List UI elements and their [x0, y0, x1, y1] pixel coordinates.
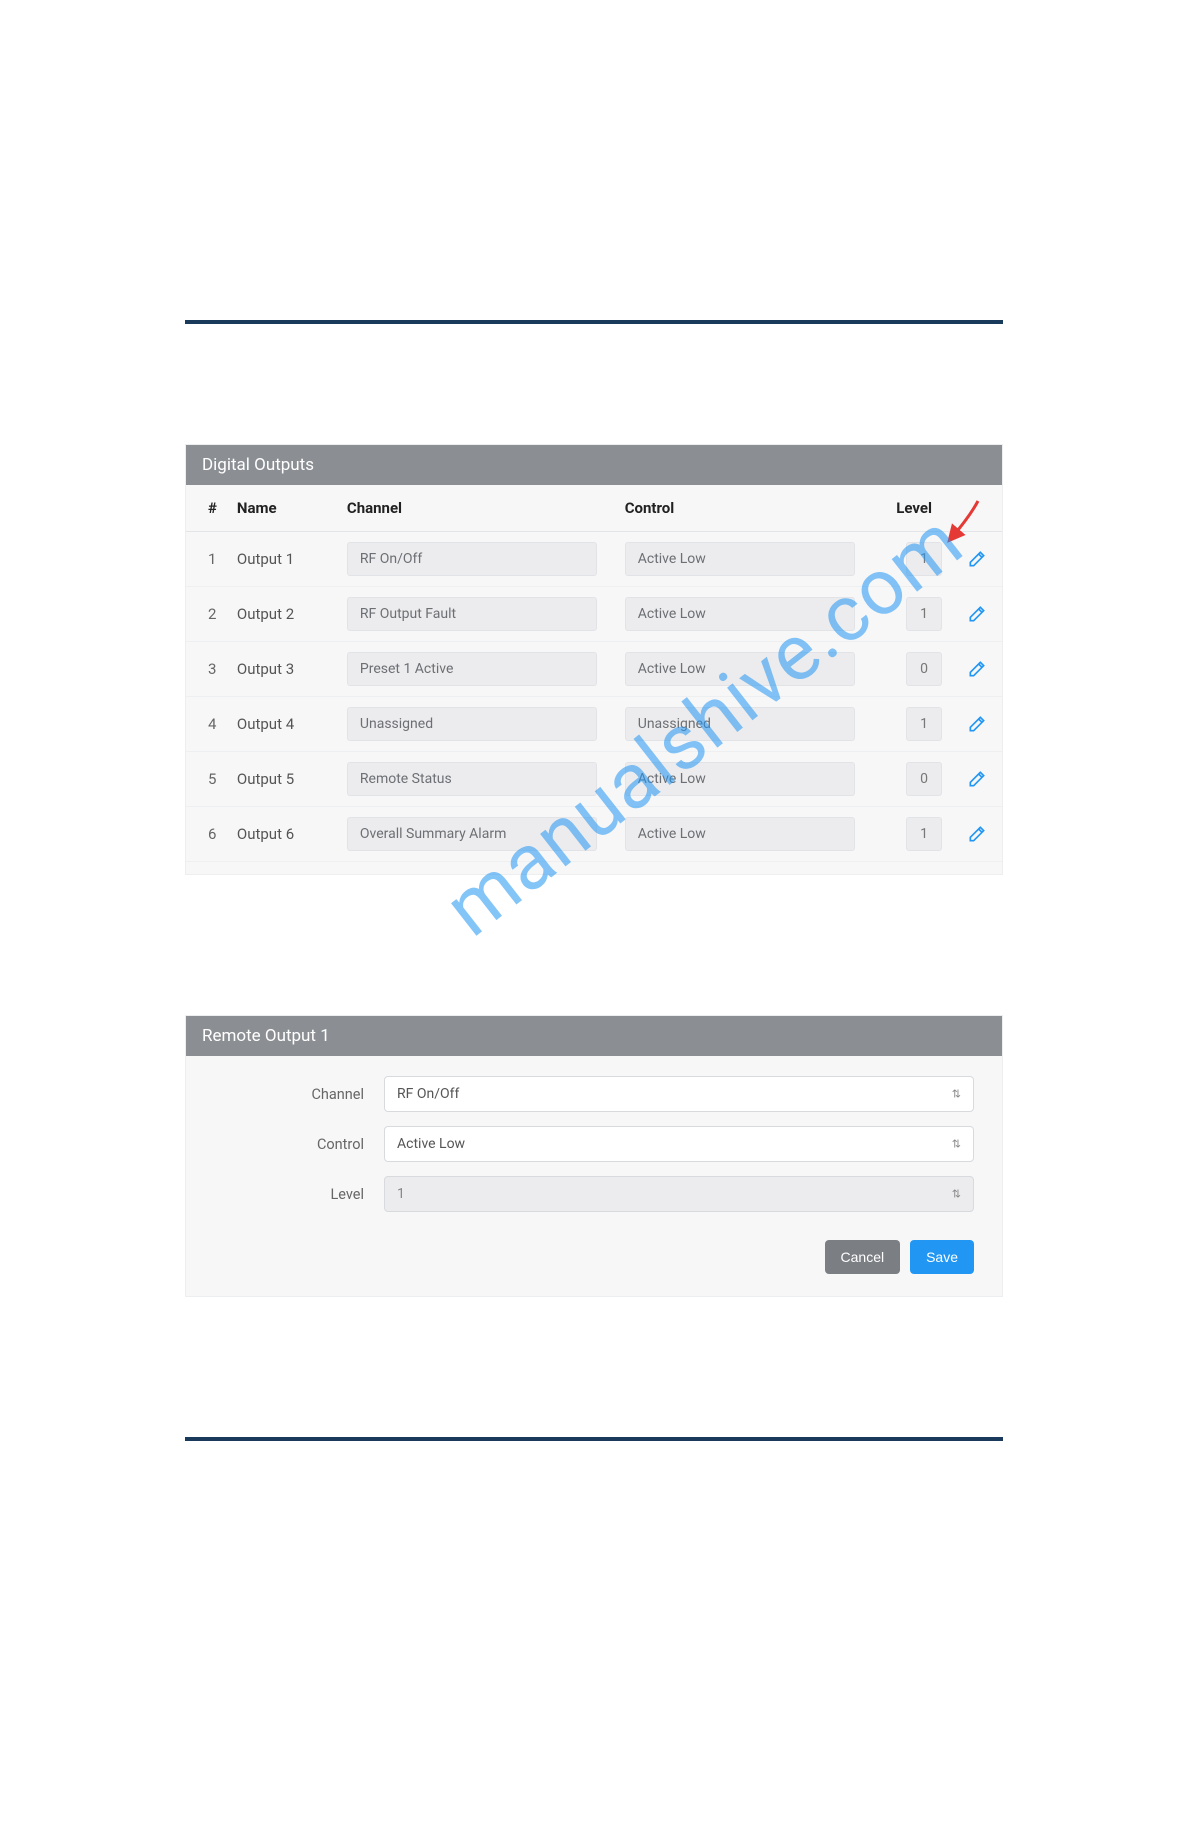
form-row-level: Level 1 ⇅ — [214, 1176, 974, 1212]
table-header-row: # Name Channel Control Level — [186, 485, 1002, 532]
level-label: Level — [214, 1186, 384, 1203]
cell-channel: Overall Summary Alarm — [337, 807, 615, 862]
footer-rule — [185, 1437, 1003, 1441]
cell-num: 5 — [186, 752, 227, 807]
cell-channel: Unassigned — [337, 697, 615, 752]
level-field[interactable]: 1 — [906, 707, 942, 741]
cell-num: 6 — [186, 807, 227, 862]
cell-name: Output 6 — [227, 807, 337, 862]
control-field[interactable]: Unassigned — [625, 707, 855, 741]
edit-icon[interactable] — [963, 600, 991, 628]
cell-name: Output 4 — [227, 697, 337, 752]
th-num: # — [186, 485, 227, 532]
cell-level: 1 — [872, 587, 952, 642]
table-row: 1Output 1RF On/OffActive Low1 — [186, 532, 1002, 587]
form-actions: Cancel Save — [186, 1234, 1002, 1284]
table-row: 4Output 4 Unassigned Unassigned 1 — [186, 697, 1002, 752]
form-row-channel: Channel RF On/Off ⇅ — [214, 1076, 974, 1112]
cell-control: Active Low — [615, 642, 872, 697]
cell-channel: Preset 1 Active — [337, 642, 615, 697]
channel-field[interactable]: RF On/Off — [347, 542, 597, 576]
outputs-table: # Name Channel Control Level 1Output 1RF… — [186, 485, 1002, 862]
table-row: 2Output 2 RF Output Fault Active Low 1 — [186, 587, 1002, 642]
cancel-button[interactable]: Cancel — [825, 1240, 901, 1274]
table-row: 3Output 3 Preset 1 Active Active Low 0 — [186, 642, 1002, 697]
cell-control: Unassigned — [615, 697, 872, 752]
control-field[interactable]: Active Low — [625, 762, 855, 796]
cell-edit — [952, 642, 1002, 697]
cell-name: Output 5 — [227, 752, 337, 807]
edit-icon[interactable] — [963, 655, 991, 683]
cell-edit — [952, 587, 1002, 642]
control-field[interactable]: Active Low — [625, 597, 855, 631]
channel-field[interactable]: Overall Summary Alarm — [347, 817, 597, 851]
level-field[interactable]: 1 — [906, 597, 942, 631]
cell-level: 0 — [872, 752, 952, 807]
th-edit — [952, 485, 1002, 532]
control-field[interactable]: Active Low — [625, 542, 855, 576]
cell-channel: RF On/Off — [337, 532, 615, 587]
channel-field[interactable]: Preset 1 Active — [347, 652, 597, 686]
edit-icon[interactable] — [963, 545, 991, 573]
edit-icon[interactable] — [963, 820, 991, 848]
cell-num: 4 — [186, 697, 227, 752]
cell-control: Active Low — [615, 587, 872, 642]
cell-num: 2 — [186, 587, 227, 642]
cell-name: Output 1 — [227, 532, 337, 587]
cell-control: Active Low — [615, 752, 872, 807]
cell-edit — [952, 807, 1002, 862]
digital-outputs-panel: Digital Outputs # Name Channel Control L… — [185, 444, 1003, 875]
cell-control: Active Low — [615, 807, 872, 862]
cell-edit — [952, 752, 1002, 807]
channel-field[interactable]: Unassigned — [347, 707, 597, 741]
cell-channel: Remote Status — [337, 752, 615, 807]
control-field[interactable]: Active Low — [625, 652, 855, 686]
cell-edit — [952, 697, 1002, 752]
level-value: 1 — [397, 1186, 405, 1202]
cell-level: 1 — [872, 807, 952, 862]
control-value: Active Low — [397, 1136, 465, 1152]
level-field[interactable]: 1 — [906, 817, 942, 851]
cell-name: Output 3 — [227, 642, 337, 697]
level-field[interactable]: 0 — [906, 652, 942, 686]
control-field[interactable]: Active Low — [625, 817, 855, 851]
th-name: Name — [227, 485, 337, 532]
table-row: 5Output 5 Remote Status Active Low 0 — [186, 752, 1002, 807]
level-field[interactable]: 0 — [906, 762, 942, 796]
cell-level: 1 — [872, 532, 952, 587]
level-field[interactable]: 1 — [906, 542, 942, 576]
level-readonly: 1 ⇅ — [384, 1176, 974, 1212]
channel-label: Channel — [214, 1086, 384, 1103]
form-panel-title: Remote Output 1 — [186, 1016, 1002, 1056]
th-channel: Channel — [337, 485, 615, 532]
control-label: Control — [214, 1136, 384, 1153]
cell-num: 1 — [186, 532, 227, 587]
cell-edit — [952, 532, 1002, 587]
panel-title: Digital Outputs — [186, 445, 1002, 485]
cell-level: 1 — [872, 697, 952, 752]
cell-level: 0 — [872, 642, 952, 697]
channel-select[interactable]: RF On/Off ⇅ — [384, 1076, 974, 1112]
table-row: 6Output 6 Overall Summary Alarm Active Low… — [186, 807, 1002, 862]
cell-control: Active Low — [615, 532, 872, 587]
th-control: Control — [615, 485, 872, 532]
save-button[interactable]: Save — [910, 1240, 974, 1274]
control-select[interactable]: Active Low ⇅ — [384, 1126, 974, 1162]
channel-field[interactable]: RF Output Fault — [347, 597, 597, 631]
th-level: Level — [872, 485, 952, 532]
form-row-control: Control Active Low ⇅ — [214, 1126, 974, 1162]
chevron-updown-icon: ⇅ — [952, 1188, 961, 1201]
chevron-updown-icon: ⇅ — [952, 1088, 961, 1101]
edit-icon[interactable] — [963, 710, 991, 738]
cell-num: 3 — [186, 642, 227, 697]
chevron-updown-icon: ⇅ — [952, 1138, 961, 1151]
remote-output-panel: Remote Output 1 Channel RF On/Off ⇅ Cont… — [185, 1015, 1003, 1297]
edit-icon[interactable] — [963, 765, 991, 793]
cell-name: Output 2 — [227, 587, 337, 642]
header-rule — [185, 320, 1003, 324]
channel-field[interactable]: Remote Status — [347, 762, 597, 796]
channel-value: RF On/Off — [397, 1086, 459, 1102]
cell-channel: RF Output Fault — [337, 587, 615, 642]
